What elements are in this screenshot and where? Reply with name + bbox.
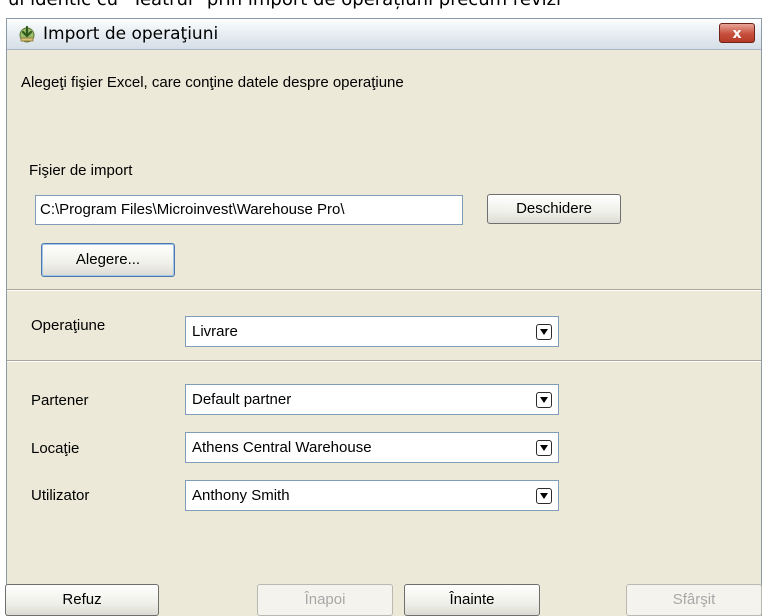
user-label: Utilizator bbox=[31, 487, 90, 504]
chevron-down-icon[interactable] bbox=[536, 392, 552, 408]
operation-label: Operaţiune bbox=[31, 317, 106, 334]
dialog-title: Import de operaţiuni bbox=[43, 24, 219, 44]
finish-button[interactable]: Sfârşit bbox=[626, 584, 762, 616]
chevron-down-icon[interactable] bbox=[536, 324, 552, 340]
separator-top bbox=[7, 289, 761, 291]
operation-select[interactable]: Livrare bbox=[185, 316, 559, 347]
partner-label: Partener bbox=[31, 392, 89, 409]
import-dialog: Import de operaţiuni x Alegeţi fişier Ex… bbox=[5, 18, 762, 616]
import-app-icon bbox=[17, 24, 37, 44]
location-select[interactable]: Athens Central Warehouse bbox=[185, 432, 559, 463]
partner-value: Default partner bbox=[192, 391, 292, 408]
user-select[interactable]: Anthony Smith bbox=[185, 480, 559, 511]
open-button[interactable]: Deschidere bbox=[487, 194, 621, 224]
separator-middle bbox=[7, 360, 761, 362]
back-button[interactable]: Înapoi bbox=[257, 584, 393, 616]
background-document-text: ui identic cu "Teatrul" prin import de o… bbox=[8, 0, 768, 12]
operation-value: Livrare bbox=[192, 323, 238, 340]
dialog-content: Alegeţi fişier Excel, care conţine datel… bbox=[5, 50, 762, 616]
chevron-down-icon[interactable] bbox=[536, 440, 552, 456]
title-bar[interactable]: Import de operaţiuni x bbox=[7, 19, 761, 50]
next-button[interactable]: Înainte bbox=[404, 584, 540, 616]
location-value: Athens Central Warehouse bbox=[192, 439, 372, 456]
import-file-label: Fişier de import bbox=[29, 162, 133, 179]
location-label: Locaţie bbox=[31, 440, 80, 457]
import-file-path-input[interactable]: C:\Program Files\Microinvest\Warehouse P… bbox=[35, 195, 463, 225]
chevron-down-icon[interactable] bbox=[536, 488, 552, 504]
instruction-text: Alegeţi fişier Excel, care conţine datel… bbox=[21, 74, 404, 91]
user-value: Anthony Smith bbox=[192, 487, 290, 504]
close-icon: x bbox=[732, 26, 742, 42]
close-button[interactable]: x bbox=[719, 23, 755, 43]
choose-file-button[interactable]: Alegere... bbox=[41, 243, 175, 277]
partner-select[interactable]: Default partner bbox=[185, 384, 559, 415]
cancel-button[interactable]: Refuz bbox=[5, 584, 159, 616]
